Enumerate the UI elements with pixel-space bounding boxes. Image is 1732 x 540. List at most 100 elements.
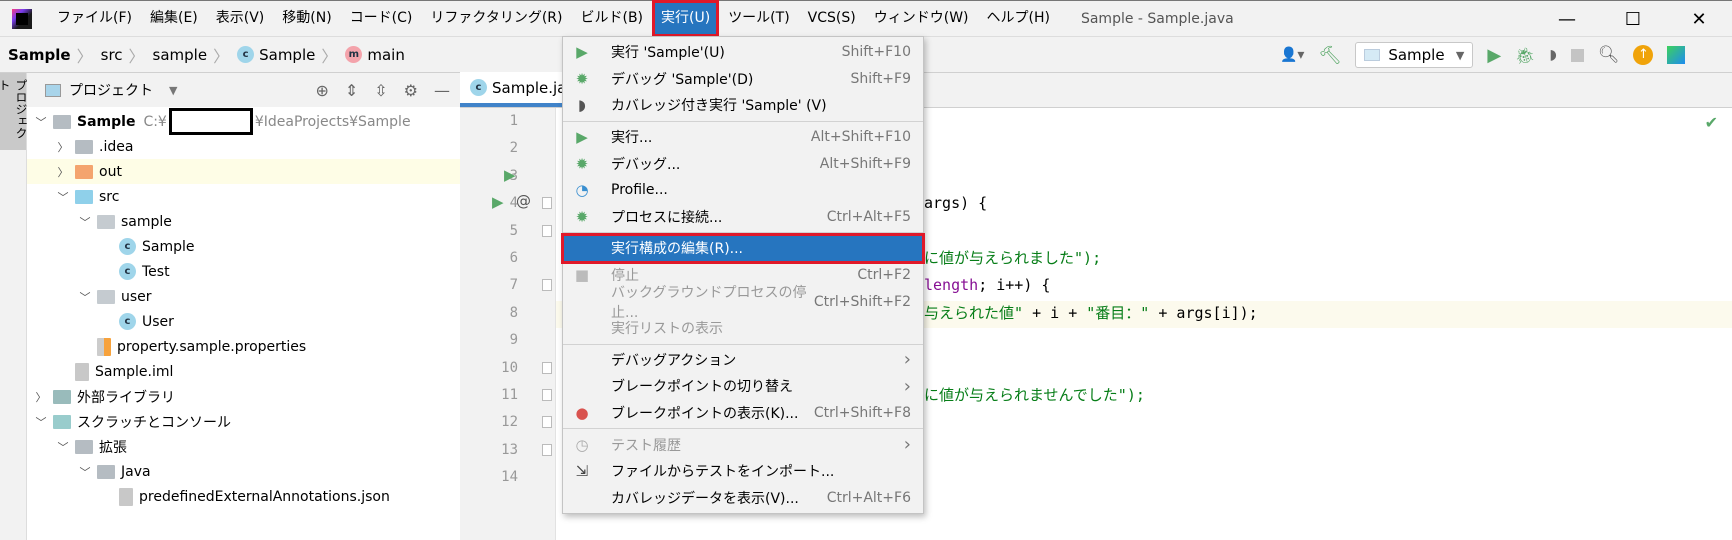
run-menu-item[interactable]: ◗ カバレッジ付き実行 'Sample' (V) [563, 92, 923, 119]
chevron-down-icon[interactable]: ﹀ [77, 464, 93, 480]
chevron-down-icon[interactable]: ﹀ [77, 214, 93, 230]
run-menu-item[interactable]: ブレークポイントの切り替え › [563, 373, 923, 400]
menu-8[interactable]: ツール(T) [719, 0, 798, 37]
code-line[interactable]: args) { [924, 190, 987, 217]
tree-item[interactable]: ﹀ 拡張 [27, 434, 460, 459]
folder-icon [97, 464, 115, 479]
menu-9[interactable]: VCS(S) [799, 0, 865, 37]
run-menu-item[interactable]: ✹ プロセスに接続... Ctrl+Alt+F5 [563, 204, 923, 231]
menu-1[interactable]: 編集(E) [141, 0, 207, 37]
menu-2[interactable]: 表示(V) [207, 0, 274, 37]
breadcrumb-class[interactable]: c Sample [229, 46, 321, 64]
tree-item[interactable]: c User [27, 309, 460, 334]
tree-item[interactable]: ﹀ sample [27, 209, 460, 234]
menu-4[interactable]: コード(C) [341, 0, 422, 37]
chevron-right-icon[interactable]: 〉 [55, 139, 71, 155]
tree-item[interactable]: property.sample.properties [27, 334, 460, 359]
fold-marker-icon[interactable] [542, 389, 552, 401]
run-gutter-icon[interactable]: ▶ [504, 166, 516, 184]
run-gutter-icon[interactable]: ▶ [492, 193, 504, 211]
tree-item[interactable]: 〉 .idea [27, 134, 460, 159]
run-configuration-select[interactable]: Sample ▼ [1355, 42, 1474, 68]
run-menu-item[interactable]: ✹ デバッグ 'Sample'(D) Shift+F9 [563, 66, 923, 93]
chevron-right-icon[interactable]: 〉 [33, 389, 49, 405]
build-hammer-icon[interactable]: 🔨︎ [1318, 45, 1341, 66]
menu-11[interactable]: ヘルプ(H) [978, 0, 1059, 37]
tree-item[interactable]: c Test [27, 259, 460, 284]
module-folder-icon [53, 114, 71, 129]
fold-marker-icon[interactable] [542, 197, 552, 210]
menu-7[interactable]: 実行(U) [652, 0, 720, 37]
chevron-down-icon[interactable]: ▼ [169, 84, 177, 97]
breadcrumb-project[interactable]: Sample [0, 46, 77, 64]
menu-10[interactable]: ウィンドウ(W) [865, 0, 978, 37]
tree-item[interactable]: ﹀ src [27, 184, 460, 209]
locate-icon[interactable]: ⊕ [315, 81, 328, 100]
code-token: args) { [924, 194, 988, 213]
chevron-down-icon[interactable]: ﹀ [55, 189, 71, 205]
tree-item[interactable]: Sample.iml [27, 359, 460, 384]
expand-all-icon[interactable]: ⇕ [345, 81, 358, 100]
chevron-down-icon[interactable]: ﹀ [55, 439, 71, 455]
debug-icon[interactable]: 🐞︎ [1515, 46, 1535, 65]
run-menu-item[interactable]: 実行構成の編集(R)... [561, 233, 925, 264]
hide-icon[interactable]: — [434, 81, 450, 100]
run-icon[interactable]: ▶ [1487, 45, 1501, 66]
run-menu-item[interactable]: ✹ デバッグ... Alt+Shift+F9 [563, 150, 923, 177]
tree-item[interactable]: c Sample [27, 234, 460, 259]
fold-marker-icon[interactable] [542, 279, 552, 292]
tree-item[interactable]: predefinedExternalAnnotations.json [27, 484, 460, 509]
toolbox-icon[interactable] [1667, 46, 1686, 64]
chevron-down-icon[interactable]: ﹀ [77, 289, 93, 305]
class-icon: c [237, 46, 255, 63]
code-line[interactable]: length; i++) { [924, 272, 1050, 299]
run-menu-item[interactable]: ● ブレークポイントの表示(K)... Ctrl+Shift+F8 [563, 400, 923, 427]
breadcrumb-package[interactable]: sample [145, 46, 214, 64]
menu-5[interactable]: リファクタリング(R) [421, 0, 571, 37]
project-view-icon [45, 83, 61, 97]
fold-marker-icon[interactable] [542, 443, 552, 456]
breadcrumb-method[interactable]: m main [337, 46, 410, 64]
search-icon[interactable]: 🔍︎ [1598, 45, 1620, 65]
chevron-down-icon[interactable]: ﹀ [33, 114, 49, 130]
chevron-down-icon[interactable]: ﹀ [33, 414, 49, 430]
code-line[interactable]: に値が与えられませんでした"); [924, 382, 1145, 409]
library-icon [53, 389, 71, 404]
project-tool-tab[interactable]: プロジェクト [0, 73, 28, 150]
chevron-right-icon[interactable]: 〉 [55, 164, 71, 180]
breadcrumb-src[interactable]: src [93, 46, 129, 64]
gear-icon[interactable]: ⚙ [404, 81, 418, 100]
close-icon[interactable]: ✕ [1666, 1, 1732, 38]
run-menu-item[interactable]: ◔ Profile... [563, 177, 923, 204]
tree-item[interactable]: ﹀ Java [27, 459, 460, 484]
menu-3[interactable]: 移動(N) [273, 0, 340, 37]
menu-item-label: ブレークポイントの表示(K)... [611, 406, 799, 423]
run-menu-item[interactable]: デバッグアクション › [563, 347, 923, 374]
tree-item[interactable]: ﹀ user [27, 284, 460, 309]
fold-marker-icon[interactable] [542, 361, 552, 374]
menu-6[interactable]: ビルド(B) [571, 0, 652, 37]
override-at-icon[interactable]: @ [516, 192, 531, 210]
code-line[interactable]: に値が与えられました"); [924, 245, 1101, 272]
tree-item[interactable]: ﹀ Sample C:¥ ¥IdeaProjects¥Sample [27, 108, 460, 135]
line-number: 5 [509, 222, 518, 239]
run-menu-item[interactable]: カバレッジデータを表示(V)... Ctrl+Alt+F6 [563, 485, 923, 512]
tree-item[interactable]: 〉 外部ライブラリ [27, 384, 460, 409]
collapse-all-icon[interactable]: ⇳ [374, 81, 387, 100]
run-menu-item[interactable]: ▶ 実行 'Sample'(U) Shift+F10 [563, 39, 923, 66]
tree-item[interactable]: 〉 out [27, 159, 460, 184]
vcs-user-icon[interactable]: 👤▾ [1280, 47, 1304, 63]
project-view-title[interactable]: プロジェクト [69, 80, 153, 100]
run-menu-item[interactable]: ⇲ ファイルからテストをインポート... [563, 458, 923, 485]
menu-0[interactable]: ファイル(F) [48, 0, 141, 37]
fold-marker-icon[interactable] [542, 416, 552, 429]
maximize-icon[interactable]: ☐ [1600, 1, 1666, 38]
tree-item[interactable]: ﹀ スクラッチとコンソール [27, 409, 460, 434]
minimize-icon[interactable]: — [1534, 1, 1600, 38]
update-icon[interactable]: ↑ [1633, 45, 1654, 65]
fold-marker-icon[interactable] [542, 224, 552, 237]
code-line[interactable]: 与えられた値" + i + "番目：" + args[i]); [924, 300, 1258, 327]
coverage-icon[interactable]: ◗ [1549, 47, 1556, 63]
redaction-box [168, 108, 253, 135]
run-menu-item[interactable]: ▶ 実行... Alt+Shift+F10 [563, 124, 923, 151]
